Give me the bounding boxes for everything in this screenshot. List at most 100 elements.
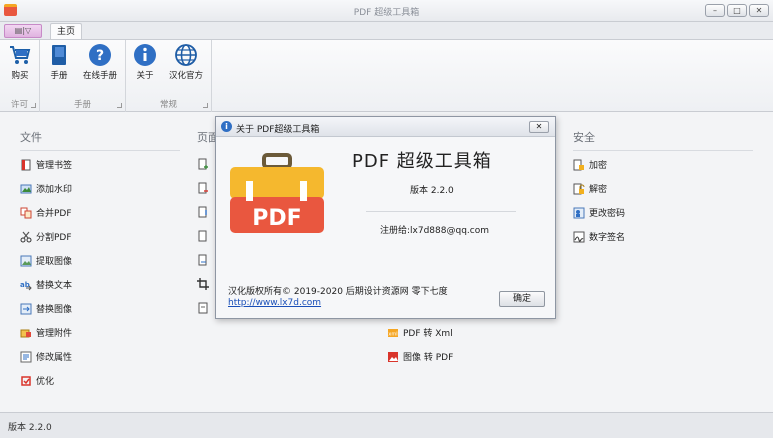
item-extract-images[interactable]: 提取图像 bbox=[20, 254, 72, 267]
ribbon-group-manual: 手册 ? 在线手册 手册 bbox=[40, 40, 126, 112]
group-launcher-general-icon[interactable] bbox=[203, 103, 208, 108]
item-replace-text[interactable]: ab 替换文本 bbox=[20, 278, 73, 292]
quick-access-button[interactable]: ▤|▽ bbox=[4, 24, 42, 38]
item-manage-attachments[interactable]: 管理附件 bbox=[20, 326, 72, 339]
page-delete-icon bbox=[198, 182, 208, 194]
info-icon bbox=[134, 44, 156, 66]
official-site-button[interactable]: 汉化官方 bbox=[164, 43, 208, 81]
close-icon[interactable]: ✕ bbox=[749, 4, 769, 17]
dialog-registered: 注册给:lx7d888@qq.com bbox=[380, 226, 489, 236]
section-divider-security bbox=[573, 150, 753, 151]
item-digital-signature[interactable]: 数字签名 bbox=[573, 230, 625, 243]
status-version: 版本 2.2.0 bbox=[8, 423, 52, 433]
group-label-general: 常规 bbox=[159, 100, 177, 110]
attachment-icon bbox=[20, 329, 31, 337]
watermark-icon bbox=[20, 184, 32, 193]
window-controls: – □ ✕ bbox=[705, 4, 769, 17]
ribbon-group-general: 关于 汉化官方 常规 bbox=[126, 40, 212, 112]
item-add-watermark[interactable]: 添加水印 bbox=[20, 182, 72, 195]
page-add-icon bbox=[198, 158, 208, 170]
item-label: 分割PDF bbox=[36, 233, 72, 243]
online-manual-button[interactable]: ? 在线手册 bbox=[78, 43, 122, 81]
globe-icon bbox=[175, 44, 197, 66]
item-split-pdf[interactable]: 分割PDF bbox=[20, 230, 72, 243]
title-bar: PDF 超级工具箱 – □ ✕ bbox=[0, 0, 773, 22]
item-label: 管理附件 bbox=[36, 329, 73, 339]
item-label: 替换文本 bbox=[36, 281, 73, 291]
item-image-to-pdf[interactable]: 图像 转 PDF bbox=[387, 350, 453, 363]
item-label: 更改密码 bbox=[589, 209, 626, 219]
item-encrypt[interactable]: 加密 bbox=[573, 158, 607, 171]
group-launcher-manual-icon[interactable] bbox=[117, 103, 122, 108]
dialog-title: 关于 PDF超级工具箱 bbox=[236, 125, 320, 135]
item-label: 合并PDF bbox=[36, 209, 72, 219]
dialog-app-name: PDF 超级工具箱 bbox=[352, 151, 492, 172]
online-manual-label: 在线手册 bbox=[82, 71, 117, 81]
item-label: 修改属性 bbox=[36, 353, 73, 363]
window-title: PDF 超级工具箱 bbox=[353, 8, 420, 18]
change-password-icon bbox=[573, 207, 585, 218]
page-extract-icon bbox=[198, 254, 207, 266]
replace-text-icon: ab bbox=[20, 281, 32, 290]
item-page-1[interactable] bbox=[197, 158, 209, 170]
item-page-2[interactable] bbox=[197, 182, 209, 194]
unlock-icon bbox=[573, 183, 585, 194]
merge-icon bbox=[20, 207, 32, 218]
page-move-icon bbox=[198, 230, 207, 242]
replace-image-icon bbox=[20, 303, 32, 314]
item-label: 提取图像 bbox=[36, 257, 73, 267]
item-label: 数字签名 bbox=[589, 233, 626, 243]
item-label: 图像 转 PDF bbox=[403, 353, 454, 363]
buy-button[interactable]: 购买 bbox=[4, 43, 36, 81]
help-icon: ? bbox=[89, 44, 111, 66]
ribbon-tab-row: ▤|▽ 主页 bbox=[0, 22, 773, 41]
maximize-icon[interactable]: □ bbox=[727, 4, 747, 17]
optimize-icon bbox=[21, 375, 31, 386]
minimize-icon[interactable]: – bbox=[705, 4, 725, 17]
item-pdf-to-xml[interactable]: xml PDF 转 Xml bbox=[387, 326, 453, 339]
item-page-crop[interactable] bbox=[197, 278, 209, 290]
dialog-copyright: 汉化版权所有© 2019-2020 后期设计资源网 零下七度 bbox=[228, 287, 448, 297]
item-manage-bookmarks[interactable]: 管理书签 bbox=[20, 158, 72, 171]
item-page-5[interactable] bbox=[197, 254, 209, 266]
xml-icon: xml bbox=[388, 328, 398, 337]
ribbon-group-license: 购买 许可 bbox=[0, 40, 40, 112]
dialog-version: 版本 2.2.0 bbox=[410, 186, 454, 196]
info-icon: i bbox=[221, 121, 232, 132]
item-merge-pdf[interactable]: 合并PDF bbox=[20, 206, 72, 219]
about-label: 关于 bbox=[136, 71, 154, 81]
bookmark-icon bbox=[21, 159, 31, 170]
properties-icon bbox=[20, 351, 32, 362]
section-title-security: 安全 bbox=[573, 131, 595, 144]
buy-label: 购买 bbox=[11, 71, 29, 81]
item-page-7[interactable] bbox=[197, 302, 209, 314]
item-edit-properties[interactable]: 修改属性 bbox=[20, 350, 72, 363]
dialog-close-button[interactable]: ✕ bbox=[529, 121, 549, 133]
item-optimize[interactable]: 优化 bbox=[20, 374, 54, 387]
extract-image-icon bbox=[20, 255, 32, 266]
cart-icon bbox=[10, 46, 31, 64]
about-dialog: i 关于 PDF超级工具箱 ✕ PDF PDF 超级工具箱 版本 2.2.0 注… bbox=[215, 116, 556, 319]
crop-icon bbox=[197, 278, 209, 290]
item-label: 添加水印 bbox=[36, 185, 73, 195]
manual-button[interactable]: 手册 bbox=[44, 43, 74, 81]
item-label: PDF 转 Xml bbox=[403, 329, 453, 339]
item-page-3[interactable] bbox=[197, 206, 209, 218]
item-page-4[interactable] bbox=[197, 230, 209, 242]
svg-text:xml: xml bbox=[388, 331, 397, 337]
page-rotate-icon bbox=[198, 206, 207, 218]
item-decrypt[interactable]: 解密 bbox=[573, 182, 607, 195]
item-replace-images[interactable]: 替换图像 bbox=[20, 302, 72, 315]
item-label: 优化 bbox=[36, 377, 55, 387]
dialog-divider bbox=[366, 211, 516, 212]
group-launcher-license-icon[interactable] bbox=[31, 103, 36, 108]
svg-text:?: ? bbox=[96, 48, 104, 64]
dialog-website-link[interactable]: http://www.lx7d.com bbox=[228, 298, 321, 308]
section-title-file: 文件 bbox=[20, 131, 42, 144]
about-button[interactable]: 关于 bbox=[130, 43, 160, 81]
manual-label: 手册 bbox=[50, 71, 68, 81]
item-label: 替换图像 bbox=[36, 305, 73, 315]
item-change-password[interactable]: 更改密码 bbox=[573, 206, 625, 219]
ok-button[interactable]: 确定 bbox=[499, 291, 545, 307]
item-label: 管理书签 bbox=[36, 161, 73, 171]
